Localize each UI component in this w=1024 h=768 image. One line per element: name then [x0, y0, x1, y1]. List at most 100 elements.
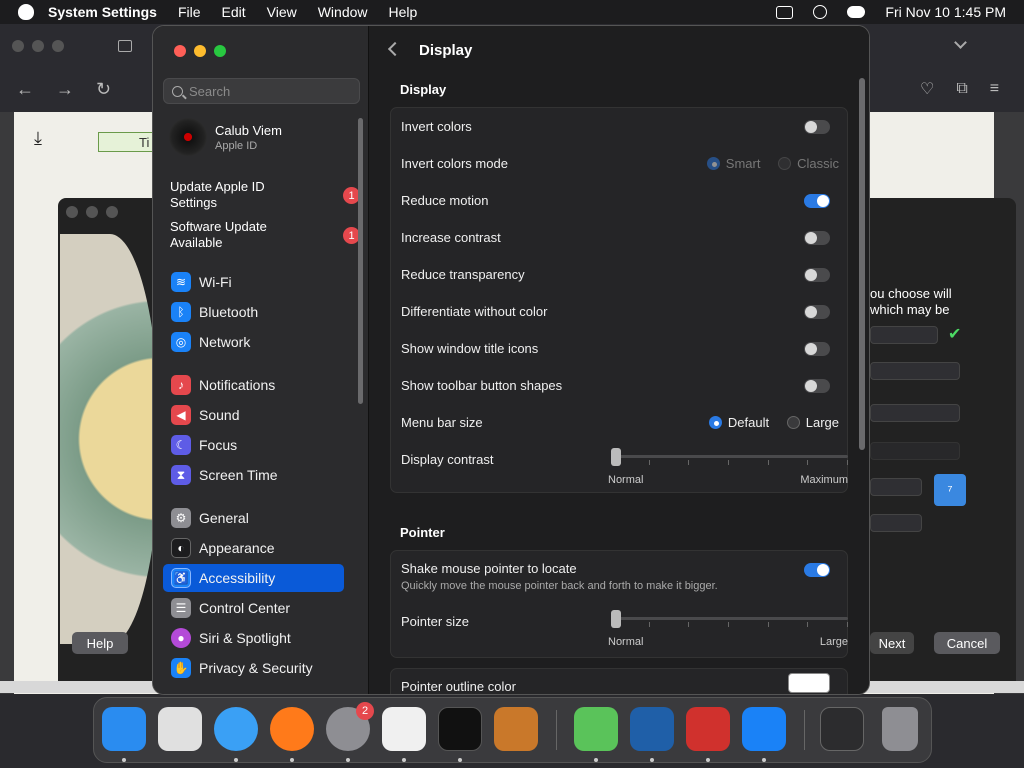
dialog-stepper[interactable] — [870, 514, 922, 532]
sidebar-item-screen-time[interactable]: ⧗ Screen Time — [163, 461, 344, 489]
apple-icon[interactable] — [18, 4, 34, 20]
show-window-title-icons-toggle[interactable] — [804, 342, 830, 356]
photo-booth-icon[interactable] — [686, 707, 730, 751]
safari-icon[interactable] — [214, 707, 258, 751]
default-radio[interactable] — [708, 416, 722, 430]
launchpad-icon[interactable] — [158, 707, 202, 751]
increase-contrast-toggle[interactable] — [804, 231, 830, 245]
control-center-icon[interactable] — [847, 6, 866, 18]
row-pointer-outline-color: Pointer outline color — [401, 673, 839, 694]
next-button[interactable]: Next — [870, 632, 914, 654]
large-radio[interactable] — [786, 416, 800, 430]
sidebar-item-appearance[interactable]: ◐ Appearance — [163, 534, 344, 562]
row-show-toolbar-button-shapes: Show toolbar button shapes — [401, 378, 839, 393]
dialog-stepper[interactable] — [870, 478, 922, 496]
textedit-icon[interactable] — [382, 707, 426, 751]
show-toolbar-button-shapes-toggle[interactable] — [804, 379, 830, 393]
slider-max-label: Maximum — [800, 474, 848, 486]
browser-minimize-icon[interactable] — [32, 40, 44, 52]
menu-window[interactable]: Window — [318, 4, 368, 20]
row-label: Invert colors mode — [401, 156, 508, 171]
main-scrollbar[interactable] — [859, 78, 865, 450]
sidebar-item-label: Bluetooth — [199, 304, 259, 320]
search-icon — [172, 85, 183, 97]
dialog-zoom-icon[interactable] — [106, 206, 118, 218]
terminal-icon[interactable] — [438, 707, 482, 751]
sidebar-item-general[interactable]: ⚙ General — [163, 504, 344, 532]
sidebar-item-notifications[interactable]: ♪ Notifications — [163, 371, 344, 399]
dialog-close-icon[interactable] — [66, 206, 78, 218]
browser-reload-icon[interactable]: ↻ — [96, 79, 111, 100]
slider-knob[interactable] — [611, 610, 621, 628]
browser-forward-icon[interactable]: → — [56, 79, 74, 100]
menu-view[interactable]: View — [267, 4, 297, 20]
notice-update-apple-id[interactable]: Update Apple ID Settings 1 — [170, 179, 360, 211]
menu-app-name[interactable]: System Settings — [48, 4, 157, 20]
finder-icon[interactable] — [102, 707, 146, 751]
window-switch-icon[interactable] — [776, 5, 794, 19]
sidebar-item-privacy-security[interactable]: ✋ Privacy & Security — [163, 654, 344, 682]
shake-pointer-toggle[interactable] — [804, 563, 830, 577]
dialog-select[interactable] — [870, 442, 960, 460]
sidebar-item-wifi[interactable]: ≋ Wi-Fi — [163, 268, 344, 296]
reduce-motion-toggle[interactable] — [804, 194, 830, 208]
close-icon[interactable] — [174, 45, 186, 57]
menu-help[interactable]: Help — [389, 4, 418, 20]
notice-label: Software Update Available — [170, 219, 267, 250]
dialog-select[interactable] — [870, 362, 960, 380]
menu-clock[interactable]: Fri Nov 10 1:45 PM — [885, 4, 1006, 20]
sidebar-item-sound[interactable]: ◀ Sound — [163, 401, 344, 429]
virtualbox-icon[interactable] — [630, 707, 674, 751]
app-store-icon[interactable] — [742, 707, 786, 751]
display-contrast-slider[interactable]: Normal Maximum — [608, 448, 848, 486]
garageband-icon[interactable] — [494, 707, 538, 751]
row-label: Menu bar size — [401, 415, 483, 430]
firefox-icon[interactable] — [270, 707, 314, 751]
pointer-outline-color-swatch[interactable] — [788, 673, 830, 693]
window-preview-icon[interactable] — [820, 707, 864, 751]
sidebar-item-network[interactable]: ◎ Network — [163, 328, 344, 356]
zoom-icon[interactable] — [214, 45, 226, 57]
back-icon[interactable] — [387, 41, 403, 57]
download-icon[interactable]: ⤓ — [34, 128, 42, 149]
sidebar-item-control-center[interactable]: ☰ Control Center — [163, 594, 344, 622]
menu-file[interactable]: File — [178, 4, 201, 20]
chevron-down-icon[interactable] — [954, 36, 967, 49]
apple-id-user[interactable]: Calub Viem Apple ID — [169, 118, 282, 156]
browser-zoom-icon[interactable] — [52, 40, 64, 52]
sidebar-item-bluetooth[interactable]: ᛒ Bluetooth — [163, 298, 344, 326]
invert-colors-toggle[interactable] — [804, 120, 830, 134]
sidebar-item-siri-spotlight[interactable]: ● Siri & Spotlight — [163, 624, 344, 652]
slider-max-label: Large — [819, 636, 848, 648]
spotlight-icon[interactable] — [813, 5, 828, 19]
notice-software-update[interactable]: Software Update Available 1 — [170, 219, 360, 251]
minimize-icon[interactable] — [194, 45, 206, 57]
partial-tab[interactable]: Ti — [98, 132, 158, 152]
cancel-button[interactable]: Cancel — [934, 632, 1000, 654]
pointer-size-slider[interactable]: Normal Large — [608, 610, 848, 648]
tab-overview-icon[interactable] — [118, 40, 132, 52]
dialog-field[interactable] — [870, 326, 938, 344]
search-field[interactable] — [163, 78, 360, 104]
sidebar-item-accessibility[interactable]: ♿ Accessibility — [163, 564, 344, 592]
differentiate-without-color-toggle[interactable] — [804, 305, 830, 319]
pocket-icon[interactable]: ♡ — [920, 79, 934, 99]
search-input[interactable] — [189, 83, 349, 99]
slider-knob[interactable] — [611, 448, 621, 466]
sidebar-item-focus[interactable]: ☾ Focus — [163, 431, 344, 459]
smart-radio[interactable] — [706, 157, 720, 171]
maps-icon[interactable] — [574, 707, 618, 751]
dialog-minimize-icon[interactable] — [86, 206, 98, 218]
reduce-transparency-toggle[interactable] — [804, 268, 830, 282]
dialog-select[interactable] — [870, 404, 960, 422]
hamburger-menu-icon[interactable]: ≡ — [990, 80, 999, 98]
extensions-icon[interactable]: ⧉ — [956, 80, 967, 98]
menu-edit[interactable]: Edit — [222, 4, 246, 20]
trash-icon[interactable] — [882, 707, 918, 751]
browser-back-icon[interactable]: ← — [16, 79, 34, 100]
classic-radio[interactable] — [778, 157, 792, 171]
browser-close-icon[interactable] — [12, 40, 24, 52]
checkmark-icon: ✔ — [948, 326, 962, 343]
help-button[interactable]: Help — [72, 632, 128, 654]
sidebar-scrollbar[interactable] — [358, 118, 363, 404]
